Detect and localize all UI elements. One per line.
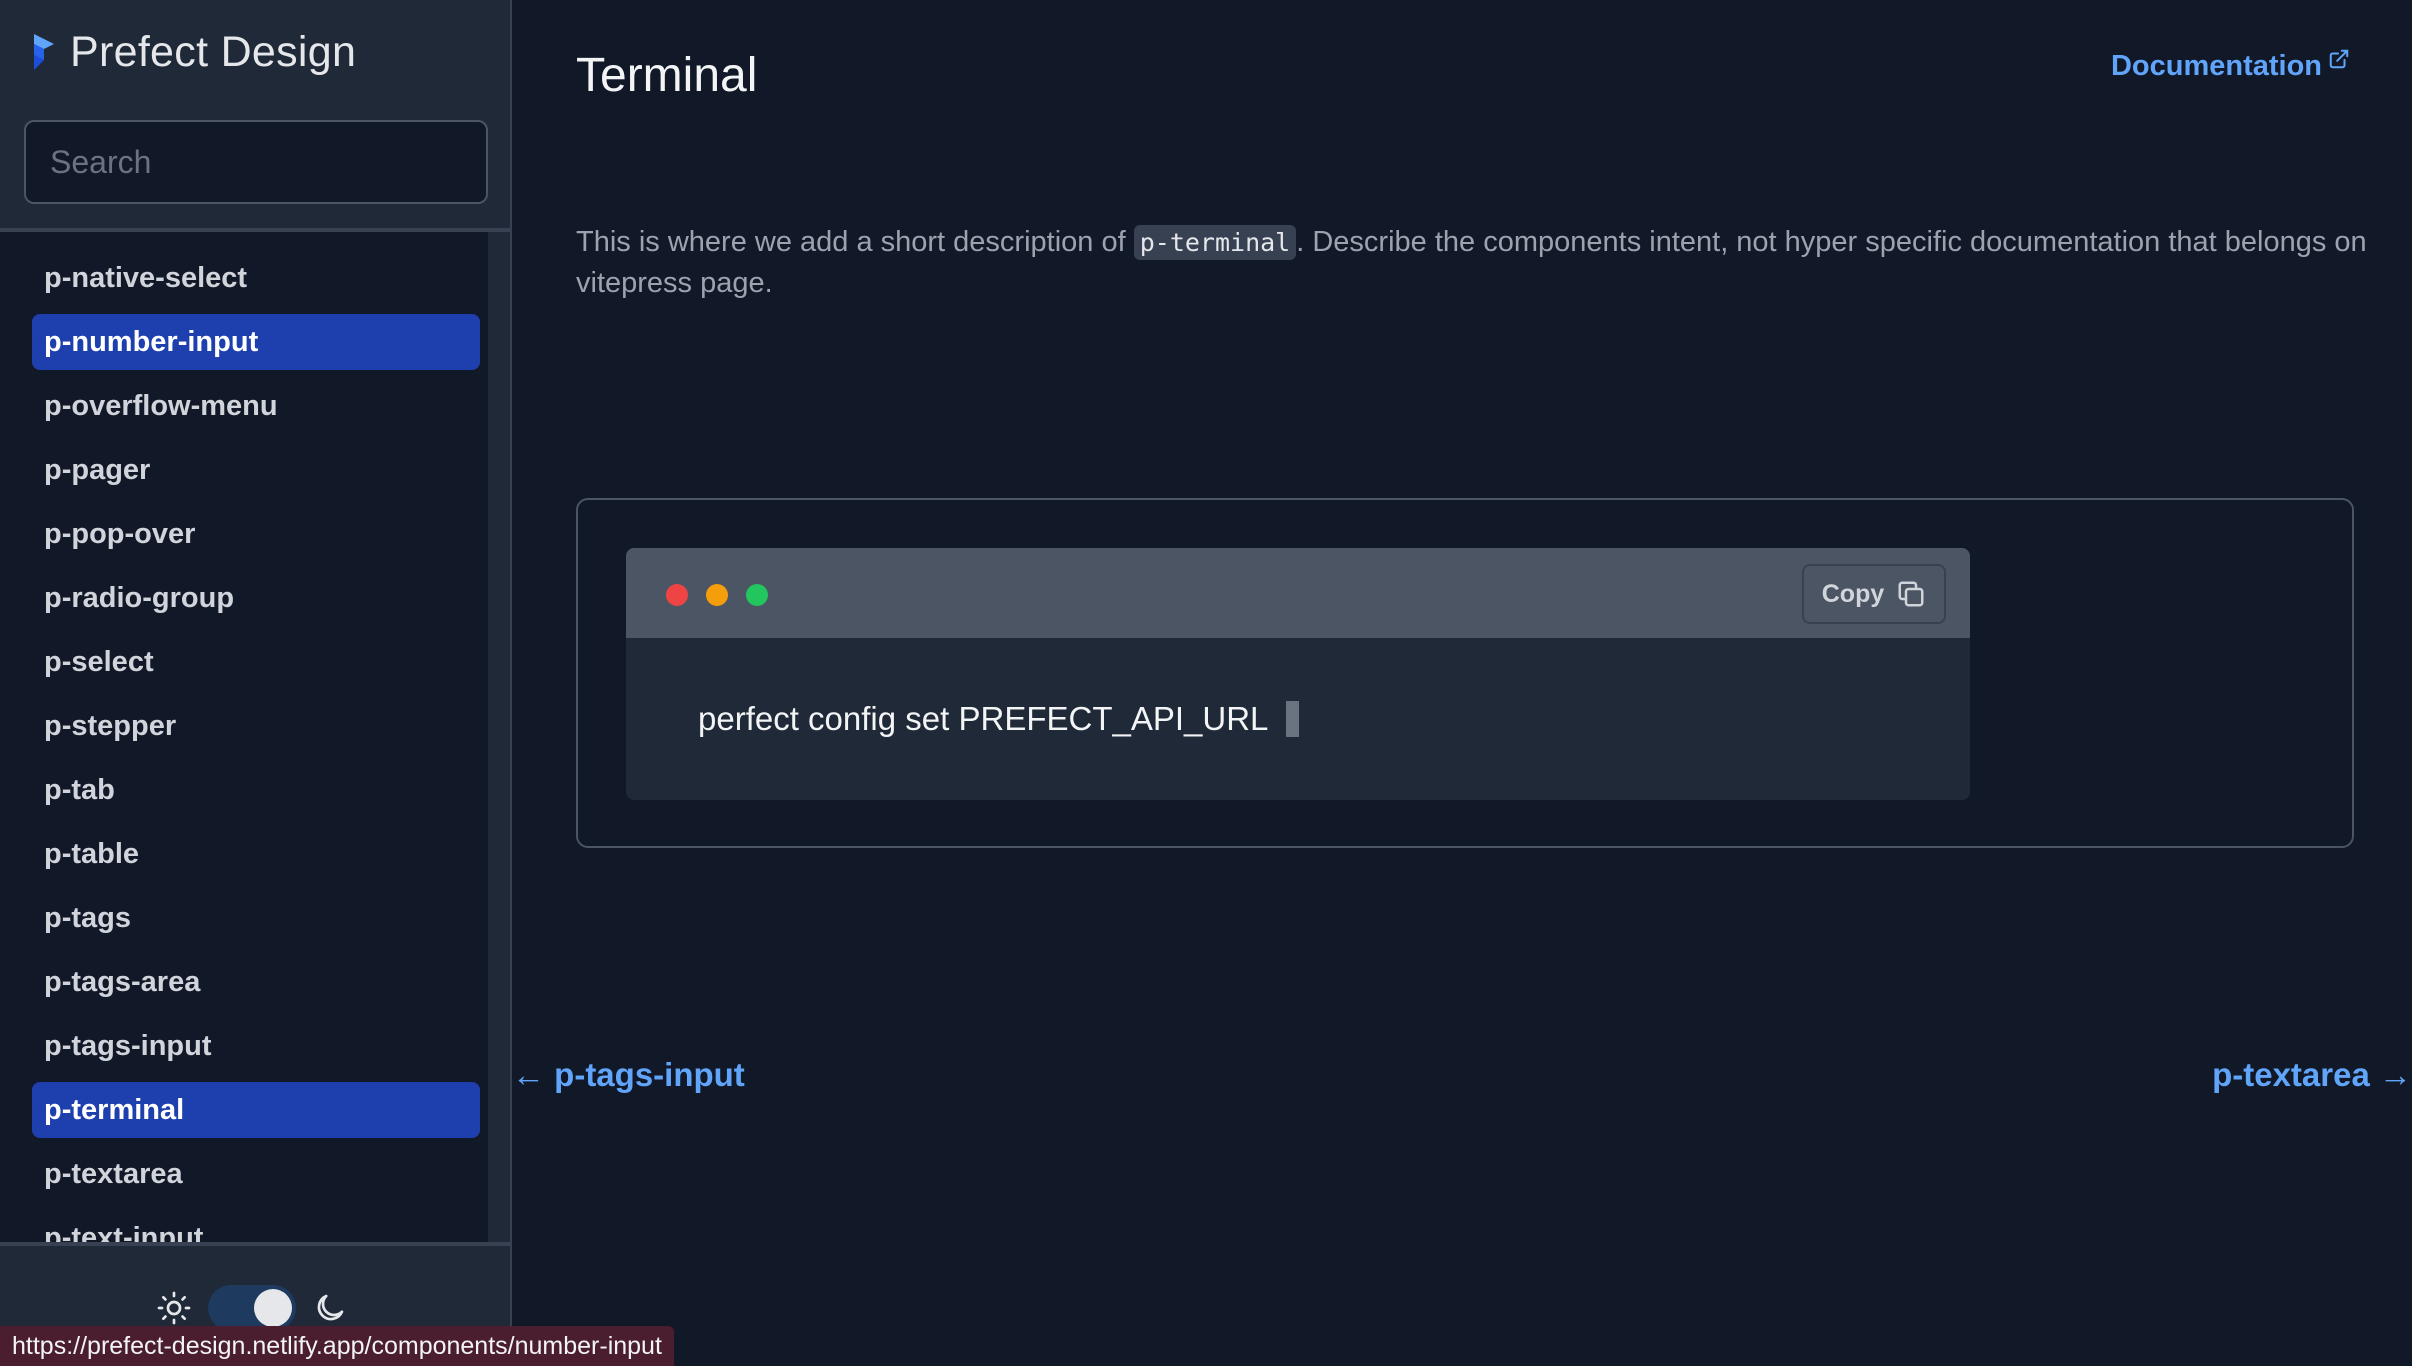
brand[interactable]: Prefect Design (28, 24, 356, 80)
terminal-header: Copy (626, 548, 1970, 638)
moon-icon (317, 1294, 344, 1321)
sidebar-item-p-tab[interactable]: p-tab (32, 762, 480, 818)
app: Prefect Design p-native-select p-number-… (0, 0, 2412, 1366)
sidebar-item-p-stepper[interactable]: p-stepper (32, 698, 480, 754)
demo-panel: Copy perfect config set PREFECT_API_URL (576, 498, 2354, 848)
component-code: p-terminal (1133, 225, 1297, 260)
component-description: This is where we add a short description… (576, 222, 2376, 304)
sidebar-nav: p-native-select p-number-input p-overflo… (0, 232, 488, 1242)
terminal-body: perfect config set PREFECT_API_URL (698, 700, 1300, 738)
main-content: Terminal Documentation This is where we … (512, 0, 2412, 1366)
sidebar-item-p-overflow-menu[interactable]: p-overflow-menu (32, 378, 480, 434)
documentation-link-label: Documentation (2110, 50, 2322, 82)
minimize-dot-icon (706, 584, 728, 606)
divider (0, 1242, 512, 1246)
search-input[interactable] (50, 143, 470, 181)
theme-toggle[interactable] (208, 1285, 296, 1331)
copy-button-label: Copy (1821, 579, 1885, 608)
sidebar-item-p-pager[interactable]: p-pager (32, 442, 480, 498)
sidebar-item-p-pop-over[interactable]: p-pop-over (32, 506, 480, 562)
terminal: Copy perfect config set PREFECT_API_URL (626, 548, 1970, 800)
description-text: This is where we add a short description… (576, 226, 1134, 258)
copy-icon (1898, 581, 1924, 607)
page-title: Terminal (576, 49, 758, 102)
sidebar: Prefect Design p-native-select p-number-… (0, 0, 512, 1366)
sidebar-item-p-text-input[interactable]: p-text-input (32, 1210, 480, 1243)
sidebar-item-p-terminal[interactable]: p-terminal (32, 1082, 480, 1138)
documentation-link[interactable]: Documentation (2110, 49, 2350, 83)
sidebar-item-p-tags[interactable]: p-tags (32, 890, 480, 946)
nav-scrollbar[interactable] (488, 232, 510, 1242)
sidebar-item-p-table[interactable]: p-table (32, 826, 480, 882)
toggle-knob (254, 1289, 292, 1327)
status-bar-url: https://prefect-design.netlify.app/compo… (0, 1326, 674, 1366)
sidebar-item-p-radio-group[interactable]: p-radio-group (32, 570, 480, 626)
sidebar-item-p-native-select[interactable]: p-native-select (32, 250, 480, 306)
copy-button[interactable]: Copy (1802, 564, 1946, 624)
next-page-link[interactable]: p-textarea → (2212, 1056, 2412, 1094)
maximize-dot-icon (746, 584, 768, 606)
sidebar-item-p-select[interactable]: p-select (32, 634, 480, 690)
sidebar-item-p-textarea[interactable]: p-textarea (32, 1146, 480, 1202)
close-dot-icon (666, 584, 688, 606)
external-link-icon (2329, 49, 2349, 69)
search-box[interactable] (24, 120, 488, 204)
sidebar-item-p-tags-area[interactable]: p-tags-area (32, 954, 480, 1010)
sidebar-item-p-number-input[interactable]: p-number-input (32, 314, 480, 370)
brand-title: Prefect Design (70, 27, 357, 76)
terminal-command: perfect config set PREFECT_API_URL (698, 700, 1269, 737)
sun-icon (157, 1291, 191, 1325)
sidebar-item-p-tags-input[interactable]: p-tags-input (32, 1018, 480, 1074)
previous-page-link[interactable]: ← p-tags-input (512, 1056, 745, 1094)
terminal-cursor (1286, 701, 1300, 737)
prefect-logo-icon (34, 34, 54, 70)
